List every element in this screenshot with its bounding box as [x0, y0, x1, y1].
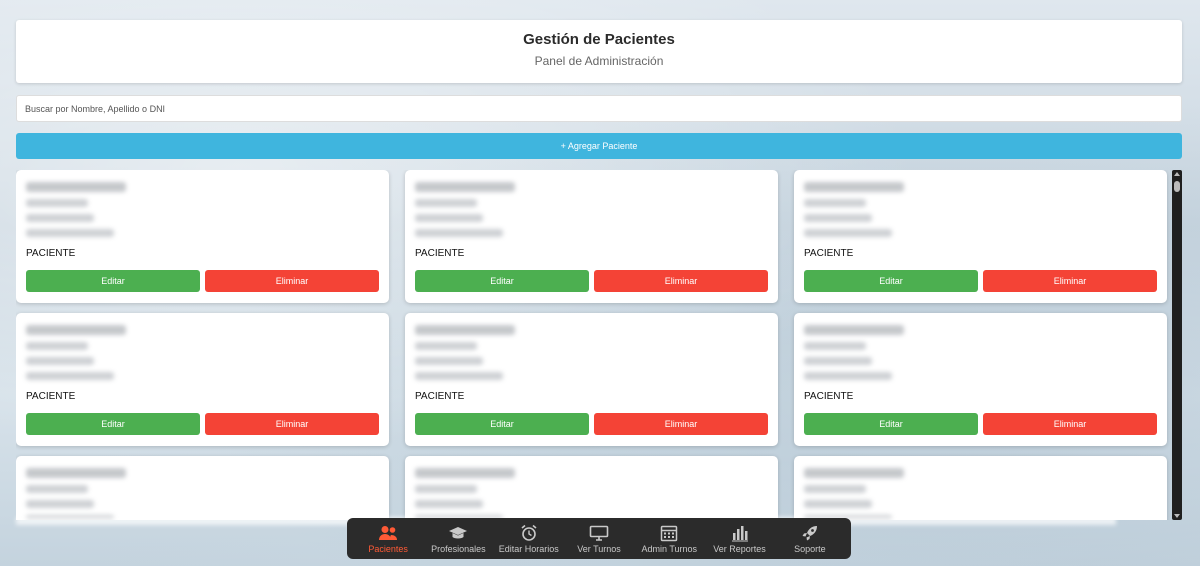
redacted-detail [415, 229, 503, 237]
patient-card [405, 456, 778, 520]
patient-card [16, 456, 389, 520]
monitor-icon [589, 524, 609, 542]
patient-role: PACIENTE [804, 248, 854, 259]
add-patient-button[interactable]: + Agregar Paciente [16, 133, 1182, 159]
redacted-detail [804, 485, 866, 493]
redacted-detail [804, 199, 866, 207]
delete-button[interactable]: Eliminar [205, 413, 379, 435]
edit-button[interactable]: Editar [804, 413, 978, 435]
patient-role: PACIENTE [804, 391, 854, 402]
nav-item-label: Profesionales [431, 543, 486, 554]
nav-item-label: Ver Reportes [713, 543, 766, 554]
patient-card [794, 456, 1167, 520]
nav-item-label: Soporte [794, 543, 826, 554]
redacted-detail [415, 500, 483, 508]
redacted-name [26, 182, 126, 192]
edit-button[interactable]: Editar [804, 270, 978, 292]
nav-item-profesionales[interactable]: Profesionales [423, 518, 493, 559]
redacted-name [415, 468, 515, 478]
redacted-detail [804, 214, 872, 222]
card-actions: Editar Eliminar [26, 413, 379, 435]
redacted-detail [804, 372, 892, 380]
redacted-detail [26, 199, 88, 207]
redacted-name [26, 468, 126, 478]
nav-item-editar-horarios[interactable]: Editar Horarios [494, 518, 564, 559]
redacted-detail [26, 229, 114, 237]
redacted-name [415, 325, 515, 335]
nav-item-label: Ver Turnos [577, 543, 621, 554]
graduation-cap-icon [448, 524, 468, 542]
page-header: Gestión de Pacientes Panel de Administra… [16, 20, 1182, 83]
page-subtitle: Panel de Administración [534, 54, 664, 68]
redacted-detail [26, 342, 88, 350]
patient-role: PACIENTE [415, 391, 465, 402]
patient-card: PACIENTE Editar Eliminar [405, 170, 778, 303]
redacted-detail [804, 357, 872, 365]
nav-item-label: Admin Turnos [641, 543, 698, 554]
delete-button[interactable]: Eliminar [983, 413, 1157, 435]
patient-role: PACIENTE [415, 248, 465, 259]
scroll-down-icon[interactable] [1174, 514, 1180, 518]
patient-role: PACIENTE [26, 391, 76, 402]
redacted-detail [415, 485, 477, 493]
nav-item-label: Editar Horarios [498, 543, 559, 554]
rocket-icon [800, 524, 820, 542]
redacted-name [804, 468, 904, 478]
card-actions: Editar Eliminar [804, 270, 1157, 292]
delete-button[interactable]: Eliminar [205, 270, 379, 292]
delete-button[interactable]: Eliminar [594, 413, 768, 435]
redacted-detail [415, 214, 483, 222]
redacted-name [415, 182, 515, 192]
redacted-detail [804, 342, 866, 350]
scrollbar-thumb[interactable] [1174, 181, 1180, 192]
scrollbar[interactable] [1172, 170, 1182, 520]
bar-chart-icon [730, 524, 750, 542]
redacted-detail [26, 500, 94, 508]
redacted-detail [26, 357, 94, 365]
patient-card: PACIENTE Editar Eliminar [794, 313, 1167, 446]
redacted-detail [26, 485, 88, 493]
edit-button[interactable]: Editar [26, 413, 200, 435]
redacted-name [804, 182, 904, 192]
edit-button[interactable]: Editar [415, 413, 589, 435]
search-input[interactable] [16, 95, 1182, 122]
bottom-nav: Pacientes Profesionales Editar Horarios … [347, 518, 851, 559]
card-actions: Editar Eliminar [804, 413, 1157, 435]
patient-card: PACIENTE Editar Eliminar [16, 313, 389, 446]
nav-item-soporte[interactable]: Soporte [775, 518, 845, 559]
edit-button[interactable]: Editar [415, 270, 589, 292]
nav-item-pacientes[interactable]: Pacientes [353, 518, 423, 559]
card-actions: Editar Eliminar [26, 270, 379, 292]
patient-role: PACIENTE [26, 248, 76, 259]
redacted-detail [415, 357, 483, 365]
page-title: Gestión de Pacientes [523, 31, 675, 48]
card-actions: Editar Eliminar [415, 413, 768, 435]
alarm-clock-icon [519, 524, 539, 542]
redacted-name [26, 325, 126, 335]
redacted-detail [26, 214, 94, 222]
redacted-detail [26, 372, 114, 380]
patient-list[interactable]: PACIENTE Editar Eliminar PACIENTE Editar… [16, 170, 1182, 520]
nav-item-ver-reportes[interactable]: Ver Reportes [704, 518, 774, 559]
delete-button[interactable]: Eliminar [594, 270, 768, 292]
nav-item-ver-turnos[interactable]: Ver Turnos [564, 518, 634, 559]
edit-button[interactable]: Editar [26, 270, 200, 292]
delete-button[interactable]: Eliminar [983, 270, 1157, 292]
redacted-name [804, 325, 904, 335]
nav-item-label: Pacientes [368, 543, 408, 554]
scroll-up-icon[interactable] [1174, 172, 1180, 176]
redacted-detail [804, 229, 892, 237]
patient-card: PACIENTE Editar Eliminar [794, 170, 1167, 303]
users-icon [378, 524, 398, 542]
patient-card: PACIENTE Editar Eliminar [405, 313, 778, 446]
redacted-detail [804, 500, 872, 508]
patient-card: PACIENTE Editar Eliminar [16, 170, 389, 303]
card-actions: Editar Eliminar [415, 270, 768, 292]
calendar-icon [659, 524, 679, 542]
redacted-detail [415, 199, 477, 207]
redacted-detail [415, 372, 503, 380]
nav-item-admin-turnos[interactable]: Admin Turnos [634, 518, 704, 559]
redacted-detail [415, 342, 477, 350]
